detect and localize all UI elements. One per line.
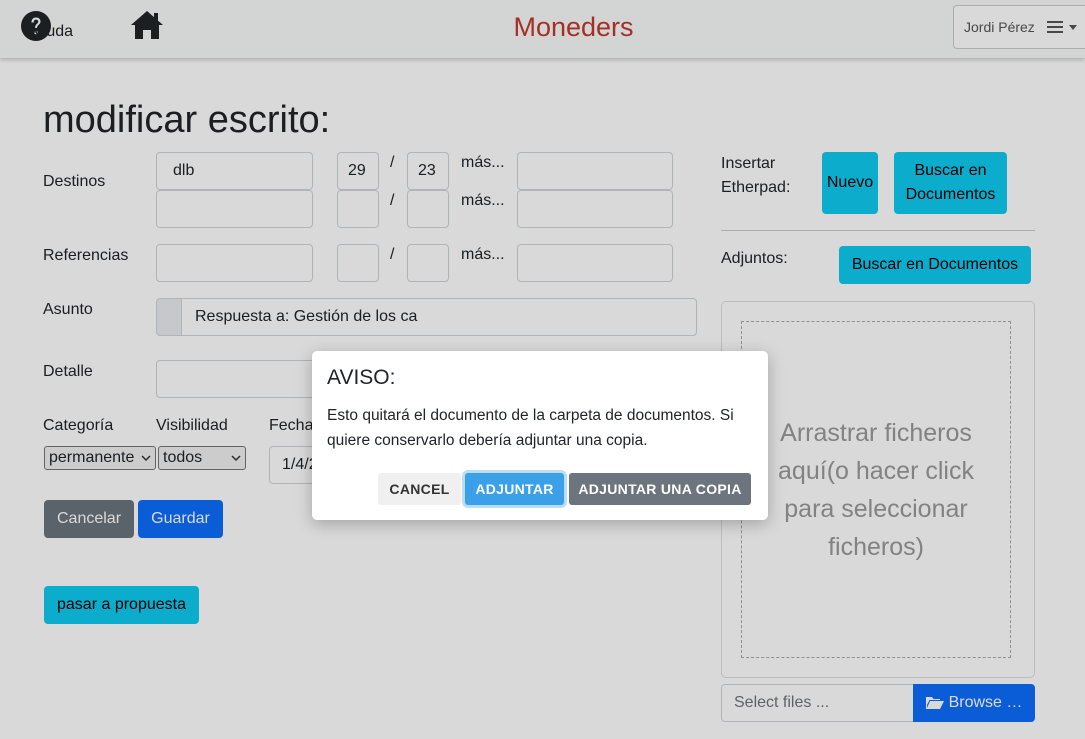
dialog-title: AVISO: — [327, 366, 396, 389]
dialog-adjuntar-copia-button[interactable]: ADJUNTAR UNA COPIA — [569, 473, 751, 505]
dialog-adjuntar-button[interactable]: ADJUNTAR — [465, 473, 564, 505]
dialog-cancel-button[interactable]: CANCEL — [378, 473, 461, 505]
dialog-message: Esto quitará el documento de la carpeta … — [327, 407, 734, 449]
aviso-dialog: AVISO: Esto quitará el documento de la c… — [312, 351, 768, 520]
